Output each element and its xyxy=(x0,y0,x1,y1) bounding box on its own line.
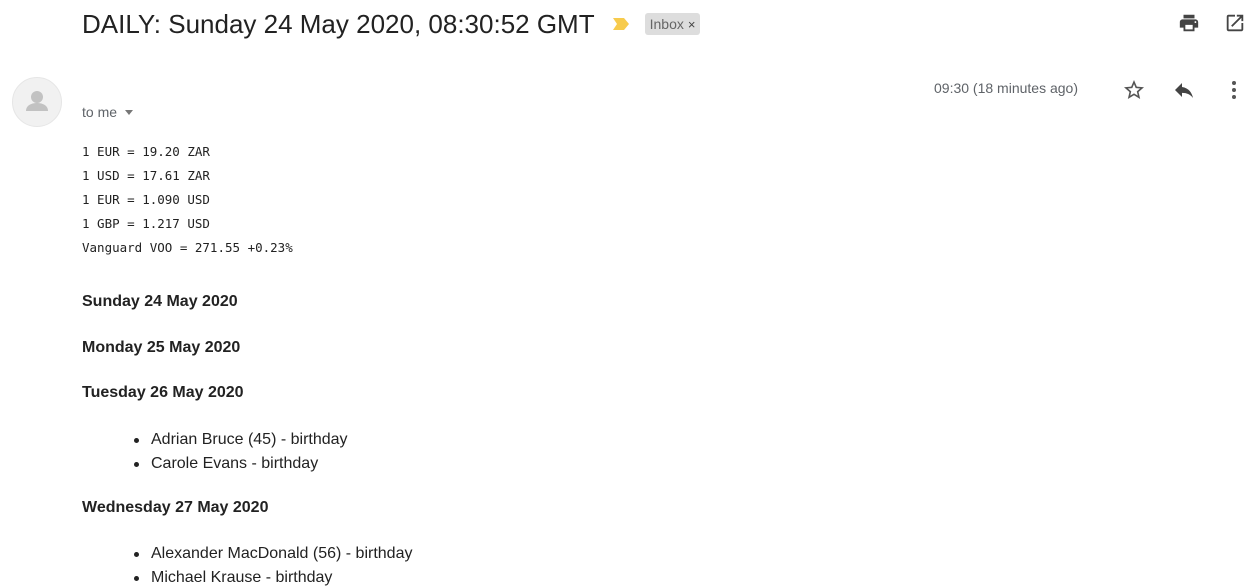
day-heading: Monday 25 May 2020 xyxy=(82,339,241,356)
exchange-rates-block: 1 EUR = 19.20 ZAR 1 USD = 17.61 ZAR 1 EU… xyxy=(82,140,1182,260)
rate-line: 1 EUR = 1.090 USD xyxy=(82,192,210,207)
label-chip-inbox[interactable]: Inbox × xyxy=(644,13,701,35)
event-item: Alexander MacDonald (56) - birthday xyxy=(82,542,1182,566)
event-item: Michael Krause - birthday xyxy=(82,566,1182,588)
rate-line: 1 USD = 17.61 ZAR xyxy=(82,168,210,183)
more-vertical-icon[interactable] xyxy=(1222,78,1246,102)
default-avatar-icon[interactable] xyxy=(12,77,62,127)
open-in-new-window-icon[interactable] xyxy=(1224,12,1246,34)
message-timestamp: 09:30 (18 minutes ago) xyxy=(934,80,1078,96)
importance-marker-icon[interactable] xyxy=(611,17,631,31)
recipient-text: to me xyxy=(82,104,118,120)
rate-line: Vanguard VOO = 271.55 +0.23% xyxy=(82,240,293,255)
caret-down-icon xyxy=(125,109,134,115)
close-icon[interactable]: × xyxy=(688,17,696,32)
day-heading: Tuesday 26 May 2020 xyxy=(82,384,244,401)
label-chip-text: Inbox xyxy=(649,16,684,32)
day-heading: Sunday 24 May 2020 xyxy=(82,293,238,310)
event-item: Carole Evans - birthday xyxy=(82,452,1182,476)
day-heading: Wednesday 27 May 2020 xyxy=(82,499,269,516)
reply-icon[interactable] xyxy=(1172,78,1196,102)
star-outline-icon[interactable] xyxy=(1122,78,1146,102)
message-body: 1 EUR = 19.20 ZAR 1 USD = 17.61 ZAR 1 EU… xyxy=(82,140,1182,588)
recipient-details-toggle[interactable]: to me xyxy=(82,104,134,120)
subject-row: DAILY: Sunday 24 May 2020, 08:30:52 GMT … xyxy=(82,6,701,42)
print-icon[interactable] xyxy=(1178,12,1200,34)
rate-line: 1 EUR = 19.20 ZAR xyxy=(82,144,210,159)
event-list: Adrian Bruce (45) - birthday Carole Evan… xyxy=(82,428,1182,476)
email-subject: DAILY: Sunday 24 May 2020, 08:30:52 GMT xyxy=(82,8,595,39)
rate-line: 1 GBP = 1.217 USD xyxy=(82,216,210,231)
event-item: Adrian Bruce (45) - birthday xyxy=(82,428,1182,452)
event-list: Alexander MacDonald (56) - birthday Mich… xyxy=(82,542,1182,588)
